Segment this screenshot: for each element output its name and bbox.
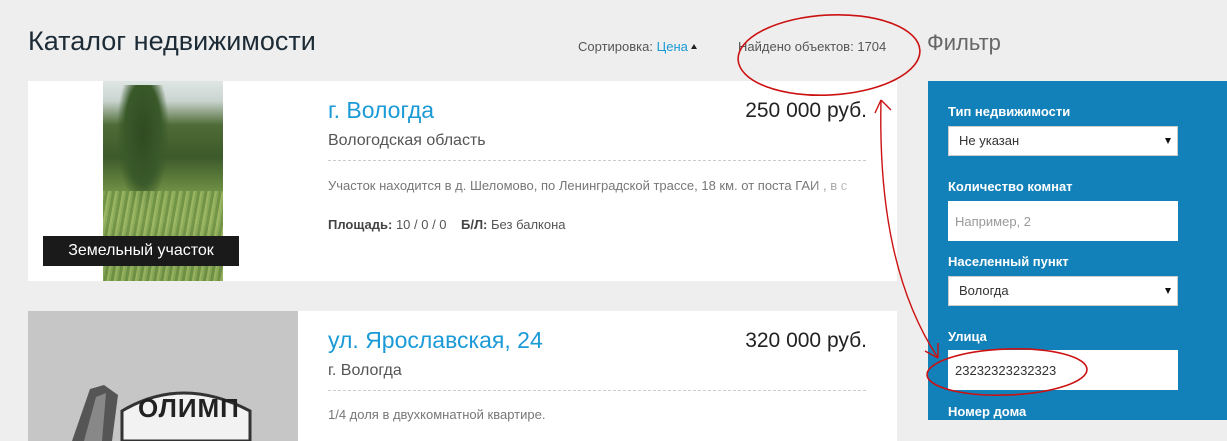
filter-title: Фильтр (927, 30, 1001, 55)
filter-panel: Тип недвижимости Не указан Количество ко… (928, 81, 1227, 420)
listing-properties: Площадь: 10 / 0 / 0 Б/Л: Без балкона (328, 217, 566, 232)
page-title: Каталог недвижимости (28, 26, 316, 56)
locality-select[interactable]: Вологда (948, 276, 1178, 306)
select-caret-icon (1165, 288, 1171, 294)
area-label: Площадь: (328, 217, 393, 232)
sort-asc-icon[interactable] (690, 44, 697, 49)
found-count: 1704 (857, 39, 887, 54)
listing-price: 320 000 руб. (745, 329, 867, 352)
rooms-label: Количество комнат (948, 179, 1073, 194)
street-label: Улица (948, 329, 987, 344)
listing-title-link[interactable]: г. Вологда (328, 97, 434, 124)
sort-label: Сортировка: (578, 39, 653, 54)
house-number-label: Номер дома (948, 404, 1027, 419)
listing-description: Участок находится в д. Шеломово, по Лени… (328, 178, 848, 193)
tree-image (117, 85, 169, 205)
description-fade (808, 177, 878, 195)
sort-control: Сортировка: Цена (578, 39, 697, 54)
select-caret-icon (1165, 138, 1171, 144)
area-value: 10 / 0 / 0 (395, 217, 447, 232)
sort-by-price-link[interactable]: Цена (657, 39, 688, 54)
listing-price: 250 000 руб. (745, 99, 867, 122)
listing-card[interactable]: ОЛИМП ул. Ярославская, 24 320 000 руб. г… (28, 311, 897, 441)
divider (328, 390, 866, 391)
olimp-logo-text: ОЛИМП (138, 393, 240, 423)
balcony-value: Без балкона (491, 217, 566, 232)
found-count-text: Найдено объектов: 1704 (738, 39, 886, 54)
listing-region: Вологодская область (328, 132, 486, 149)
listing-photo[interactable]: ОЛИМП (28, 311, 298, 441)
balcony-label: Б/Л: (460, 217, 488, 232)
property-type-label: Тип недвижимости (948, 104, 1071, 119)
property-type-select[interactable]: Не указан (948, 126, 1178, 156)
rooms-input[interactable] (948, 201, 1178, 241)
listing-card[interactable]: Земельный участок г. Вологда 250 000 руб… (28, 81, 897, 281)
locality-label: Населенный пункт (948, 254, 1069, 269)
found-label: Найдено объектов: (738, 39, 854, 54)
property-type-badge: Земельный участок (43, 236, 239, 266)
listing-region: г. Вологда (328, 362, 402, 379)
divider (328, 160, 866, 161)
property-type-value: Не указан (959, 133, 1020, 148)
locality-value: Вологда (959, 283, 1009, 298)
street-input[interactable] (948, 350, 1178, 390)
listing-title-link[interactable]: ул. Ярославская, 24 (328, 327, 543, 354)
